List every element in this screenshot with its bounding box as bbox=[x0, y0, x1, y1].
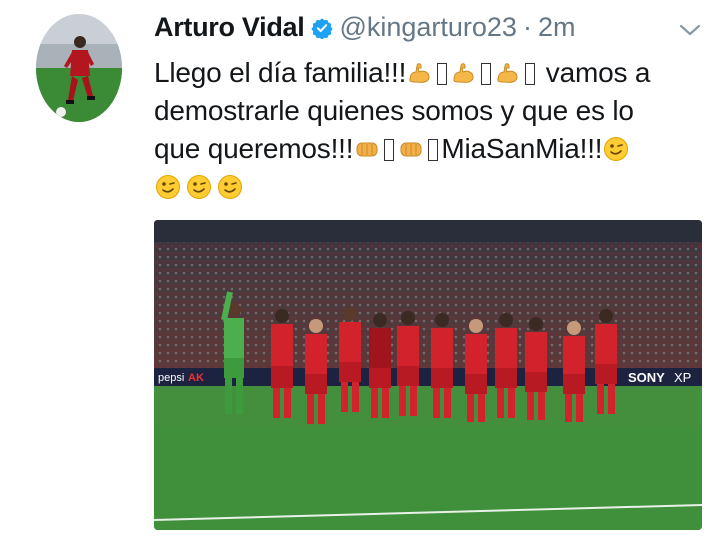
tweet-text: Llego el día familia!!! vamos a demostra… bbox=[154, 54, 706, 206]
wink-face-icon bbox=[156, 175, 180, 199]
avatar-player-image bbox=[36, 14, 122, 122]
tweet-text-line1: Llego el día familia!!! bbox=[154, 57, 407, 88]
ad-board-sony: SONY bbox=[628, 370, 665, 385]
wink-face-icon bbox=[187, 175, 211, 199]
tweet-text-vamos: vamos a bbox=[538, 57, 651, 88]
fist-icon bbox=[356, 142, 378, 157]
flexed-biceps-icon bbox=[409, 63, 430, 83]
unknown-glyph-box bbox=[428, 139, 439, 161]
verified-badge-icon bbox=[311, 17, 334, 39]
author-avatar[interactable] bbox=[36, 14, 122, 122]
wink-face-icon bbox=[218, 175, 242, 199]
unknown-glyph-box bbox=[437, 63, 448, 85]
tweet-photo[interactable]: pepsi AK SONY XP bbox=[154, 220, 702, 530]
meta-separator: · bbox=[522, 12, 532, 42]
tweet-text-line2: demostrarle quienes somos y que es lo bbox=[154, 95, 634, 126]
hashtag-miasanmia[interactable]: MiaSanMia!!! bbox=[441, 133, 602, 164]
ad-board-pepsi: pepsi bbox=[158, 372, 184, 384]
ad-board-xp: XP bbox=[674, 370, 691, 385]
author-handle[interactable]: @kingarturo23 bbox=[339, 12, 517, 43]
chevron-down-icon[interactable] bbox=[678, 22, 702, 38]
fist-icon bbox=[400, 142, 422, 157]
author-name[interactable]: Arturo Vidal bbox=[154, 12, 305, 43]
tweet-timestamp[interactable]: 2m bbox=[538, 12, 576, 43]
unknown-glyph-box bbox=[384, 139, 395, 161]
flexed-biceps-icon bbox=[453, 63, 474, 83]
unknown-glyph-box bbox=[481, 63, 492, 85]
ad-board-ak: AK bbox=[188, 372, 204, 384]
unknown-glyph-box bbox=[525, 63, 536, 85]
team-celebration-photo: pepsi AK SONY XP bbox=[154, 220, 702, 530]
tweet-header: Arturo Vidal @kingarturo23 · 2m bbox=[154, 12, 575, 43]
flexed-biceps-icon bbox=[497, 63, 518, 83]
wink-face-icon bbox=[604, 137, 629, 161]
tweet-text-line3: que queremos!!! bbox=[154, 133, 354, 164]
